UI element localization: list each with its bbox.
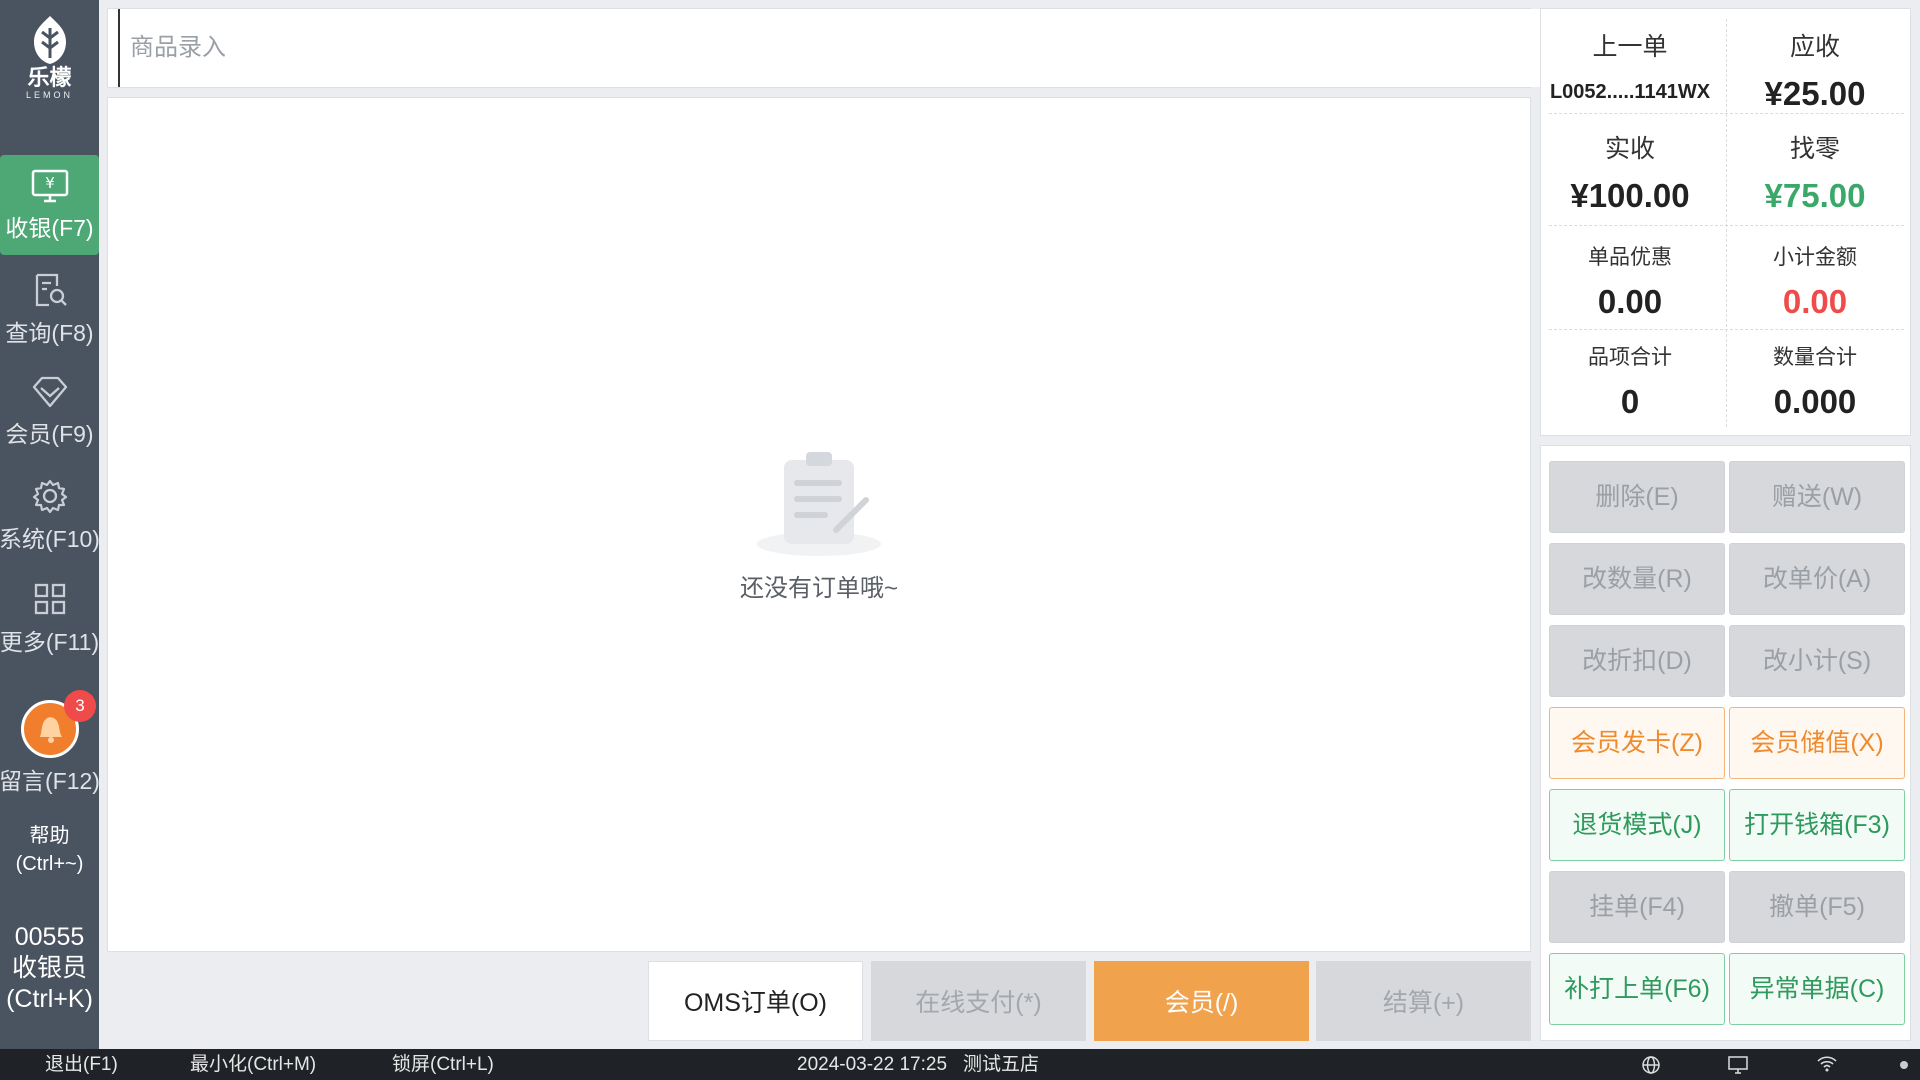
item-discount-label: 单品优惠 [1588,246,1672,269]
sidebar-item-label: 留言(F12) [0,768,100,794]
checkout-button[interactable]: 结算(+) [1316,961,1531,1041]
subtotal-label: 小计金额 [1773,246,1857,269]
empty-state: 还没有订单哦~ [108,448,1530,603]
status-dot-icon [1900,1061,1908,1069]
svg-text:¥: ¥ [45,174,55,192]
exception-orders-button[interactable]: 异常单据(C) [1729,953,1905,1025]
user-id: 00555 [14,923,85,951]
user-role: 收银员 [11,954,87,982]
qty-total-value: 0.000 [1773,383,1857,420]
sidebar-item-system[interactable]: 系统(F10) [0,464,100,564]
divider [1549,113,1904,114]
oms-order-button[interactable]: OMS订单(O) [648,961,863,1041]
receivable-value: ¥25.00 [1764,75,1866,112]
receivable-label: 应收 [1789,33,1840,61]
datetime: 2024-03-22 17:25 [797,1054,948,1075]
change: 找零 ¥75.00 [1726,129,1904,215]
reprint-button[interactable]: 补打上单(F6) [1549,953,1725,1025]
received-label: 实收 [1604,135,1655,163]
sidebar: 乐檬 LEMON ¥ 收银(F7) 查询(F8) 会员(F9) 系统(F10) [0,0,100,1049]
diamond-icon [32,376,67,408]
sidebar-item-more[interactable]: 更多(F11) [0,567,99,667]
change-label: 找零 [1789,135,1840,163]
change-subtotal-button[interactable]: 改小计(S) [1729,625,1905,697]
delete-button[interactable]: 删除(E) [1549,461,1725,533]
last-order: 上一单 L0052.....1141WX [1541,27,1719,104]
last-order-value: L0052.....1141WX [1549,81,1711,103]
status-bar: 退出(F1) 最小化(Ctrl+M) 锁屏(Ctrl+L) 2024-03-22… [0,1049,1920,1080]
search-doc-icon [35,273,67,307]
subtotal: 小计金额 0.00 [1726,241,1904,321]
received: 实收 ¥100.00 [1541,129,1719,215]
open-drawer-button[interactable]: 打开钱箱(F3) [1729,789,1905,861]
divider [1549,329,1904,330]
change-price-button[interactable]: 改单价(A) [1729,543,1905,615]
sidebar-item-label: 会员(F9) [5,421,94,447]
line-count-value: 0 [1620,383,1640,420]
help-link[interactable]: 帮助 (Ctrl+~) [0,822,99,878]
product-entry-box [107,8,1540,88]
sidebar-item-messages[interactable]: 3 留言(F12) [0,690,100,800]
empty-clipboard-icon [757,452,881,556]
summary-panel: 上一单 L0052.....1141WX 应收 ¥25.00 实收 ¥100.0… [1540,8,1911,436]
grid-icon [34,583,65,615]
online-pay-button[interactable]: 在线支付(*) [871,961,1086,1041]
lock-screen-button[interactable]: 锁屏(Ctrl+L) [392,1049,494,1080]
line-count-label: 品项合计 [1588,346,1672,369]
sidebar-item-label: 查询(F8) [5,320,94,346]
change-value: ¥75.00 [1764,177,1866,214]
hold-order-button[interactable]: 挂单(F4) [1549,871,1725,943]
sidebar-item-label: 更多(F11) [0,629,100,655]
cashier-icon: ¥ [31,169,68,203]
cancel-order-button[interactable]: 撤单(F5) [1729,871,1905,943]
minimize-button[interactable]: 最小化(Ctrl+M) [190,1049,316,1080]
last-order-label: 上一单 [1592,33,1668,61]
change-discount-button[interactable]: 改折扣(D) [1549,625,1725,697]
store-name: 测试五店 [963,1054,1040,1075]
change-quantity-button[interactable]: 改数量(R) [1549,543,1725,615]
sidebar-item-query[interactable]: 查询(F8) [0,258,99,358]
sidebar-item-cashier[interactable]: ¥ 收银(F7) [0,155,99,255]
qty-total: 数量合计 0.000 [1726,341,1904,421]
order-list-panel: 还没有订单哦~ [107,97,1531,952]
user-shortcut: (Ctrl+K) [6,985,93,1013]
item-discount-value: 0.00 [1597,283,1663,320]
receivable: 应收 ¥25.00 [1726,27,1904,113]
user-info[interactable]: 00555 收银员 (Ctrl+K) [0,922,99,1015]
sidebar-item-member[interactable]: 会员(F9) [0,361,99,461]
help-shortcut: (Ctrl+~) [15,853,84,875]
exit-button[interactable]: 退出(F1) [45,1049,118,1080]
help-label: 帮助 [29,825,70,847]
qty-total-label: 数量合计 [1773,346,1857,369]
empty-state-text: 还没有订单哦~ [739,575,898,602]
globe-icon [1642,1056,1660,1074]
brand-name: 乐檬 [27,65,72,90]
gear-icon [32,479,67,514]
item-discount: 单品优惠 0.00 [1541,241,1719,321]
member-card-button[interactable]: 会员发卡(Z) [1549,707,1725,779]
brand-name-en: LEMON [25,90,73,100]
return-mode-button[interactable]: 退货模式(J) [1549,789,1725,861]
lemon-logo-icon [33,16,66,64]
message-count-badge: 3 [64,690,96,722]
member-deposit-button[interactable]: 会员储值(X) [1729,707,1905,779]
logo: 乐檬 LEMON [0,14,99,114]
subtotal-value: 0.00 [1782,283,1848,320]
received-value: ¥100.00 [1570,177,1690,214]
wifi-icon [1817,1056,1837,1072]
sidebar-item-label: 系统(F10) [0,526,100,552]
line-count: 品项合计 0 [1541,341,1719,421]
product-entry-input[interactable] [118,9,1540,87]
member-button[interactable]: 会员(/) [1094,961,1309,1041]
function-panel: 删除(E) 赠送(W) 改数量(R) 改单价(A) 改折扣(D) 改小计(S) … [1540,445,1911,1041]
monitor-icon [1728,1056,1748,1074]
gift-button[interactable]: 赠送(W) [1729,461,1905,533]
divider [1549,225,1904,226]
sidebar-item-label: 收银(F7) [5,215,94,241]
